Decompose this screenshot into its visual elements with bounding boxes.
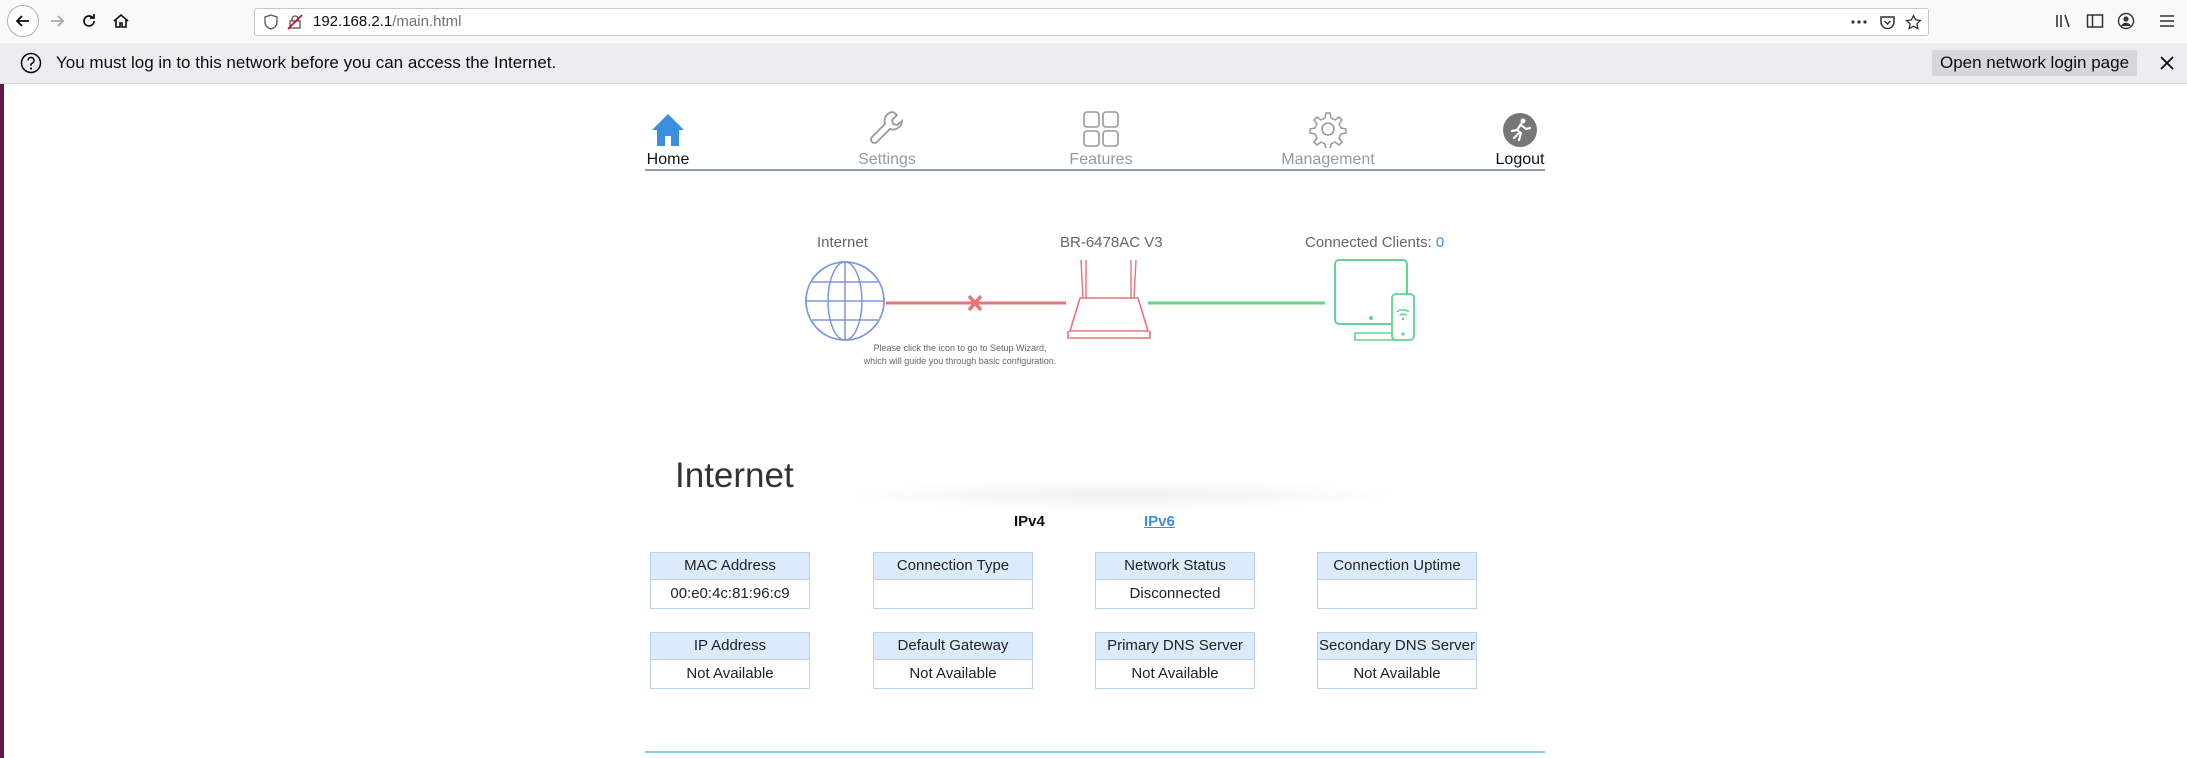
info-cell-label: Primary DNS Server bbox=[1096, 633, 1254, 660]
info-cell-value: Not Available bbox=[1096, 660, 1254, 688]
library-icon bbox=[2056, 14, 2070, 28]
url-host: 192.168.2.1 bbox=[313, 13, 393, 30]
question-icon bbox=[20, 52, 42, 74]
tab-ipv6[interactable]: IPv6 bbox=[1144, 513, 1175, 530]
info-cell-value: Disconnected bbox=[1096, 580, 1254, 608]
nav-management[interactable]: Management bbox=[1263, 104, 1393, 169]
window-edge bbox=[0, 0, 4, 758]
pocket-icon[interactable] bbox=[1879, 14, 1896, 31]
info-cell-value bbox=[874, 580, 1032, 608]
back-arrow-icon bbox=[15, 15, 29, 27]
forward-button[interactable] bbox=[42, 6, 72, 36]
setup-wizard-note-line1: Please click the icon to go to Setup Wiz… bbox=[873, 343, 1047, 353]
nav-home-label: Home bbox=[646, 151, 690, 168]
menu-button[interactable] bbox=[2152, 6, 2182, 36]
nav-features[interactable]: Features bbox=[1036, 104, 1166, 169]
logout-icon bbox=[1503, 113, 1537, 147]
info-cell-ip-address: IP Address Not Available bbox=[650, 632, 810, 689]
tab-ipv4[interactable]: IPv4 bbox=[1014, 513, 1045, 530]
setup-wizard-note-line2: which will guide you through basic confi… bbox=[863, 356, 1057, 366]
back-button[interactable] bbox=[7, 5, 39, 37]
close-icon[interactable] bbox=[2160, 56, 2174, 70]
sidebar-icon bbox=[2086, 14, 2104, 28]
internet-section-title: Internet bbox=[675, 456, 794, 495]
info-cell-default-gateway: Default Gateway Not Available bbox=[873, 632, 1033, 689]
reload-icon bbox=[83, 14, 95, 27]
nav-divider bbox=[645, 169, 1545, 171]
star-icon[interactable] bbox=[1905, 14, 1922, 31]
info-cell-primary-dns: Primary DNS Server Not Available bbox=[1095, 632, 1255, 689]
info-cell-secondary-dns: Secondary DNS Server Not Available bbox=[1317, 632, 1477, 689]
nav-features-label: Features bbox=[1069, 151, 1133, 168]
browser-toolbar: 192.168.2.1/main.html bbox=[0, 0, 2187, 44]
connection-diagram bbox=[805, 259, 1415, 341]
info-cell-connection-type: Connection Type bbox=[873, 552, 1033, 609]
grid-icon bbox=[1083, 111, 1119, 147]
gear-icon bbox=[1309, 112, 1347, 148]
connected-clients-count: 0 bbox=[1435, 234, 1445, 251]
url-text: 192.168.2.1/main.html bbox=[313, 13, 461, 30]
info-cell-label: Connection Type bbox=[874, 553, 1032, 580]
info-cell-value bbox=[1318, 580, 1476, 608]
info-cell-label: Default Gateway bbox=[874, 633, 1032, 660]
info-cell-value: 00:e0:4c:81:96:c9 bbox=[651, 580, 809, 608]
nav-logout[interactable]: Logout bbox=[1455, 104, 1585, 169]
house-icon bbox=[652, 114, 684, 146]
account-icon bbox=[2117, 12, 2135, 30]
captive-portal-notification: You must log in to this network before y… bbox=[0, 43, 2187, 84]
globe-icon[interactable] bbox=[805, 261, 885, 341]
url-path: /main.html bbox=[392, 13, 462, 30]
info-cell-label: Network Status bbox=[1096, 553, 1254, 580]
info-cell-value: Not Available bbox=[874, 660, 1032, 688]
library-button[interactable] bbox=[2049, 6, 2079, 36]
info-cell-network-status: Network Status Disconnected bbox=[1095, 552, 1255, 609]
nav-logout-label: Logout bbox=[1495, 151, 1545, 168]
insecure-lock-icon[interactable] bbox=[287, 14, 303, 30]
nav-settings-label: Settings bbox=[858, 151, 916, 168]
nav-home[interactable]: Home bbox=[603, 104, 733, 169]
info-cell-label: Connection Uptime bbox=[1318, 553, 1476, 580]
sidebar-button[interactable] bbox=[2080, 6, 2110, 36]
info-cell-label: MAC Address bbox=[651, 553, 809, 580]
home-icon bbox=[113, 13, 129, 28]
nav-settings[interactable]: Settings bbox=[822, 104, 952, 169]
info-cell-mac-address: MAC Address 00:e0:4c:81:96:c9 bbox=[650, 552, 810, 609]
connected-clients: Connected Clients: 0 bbox=[1305, 234, 1444, 251]
info-cell-value: Not Available bbox=[651, 660, 809, 688]
menu-icon bbox=[2160, 15, 2174, 27]
nav-management-label: Management bbox=[1281, 151, 1375, 168]
router-icon[interactable] bbox=[1067, 259, 1151, 339]
reload-button[interactable] bbox=[74, 6, 104, 36]
info-cell-connection-uptime: Connection Uptime bbox=[1317, 552, 1477, 609]
section-divider bbox=[645, 751, 1545, 753]
forward-arrow-icon bbox=[51, 15, 65, 27]
internet-label: Internet bbox=[817, 234, 868, 251]
more-icon[interactable] bbox=[1850, 19, 1868, 25]
router-model-label: BR-6478AC V3 bbox=[1060, 234, 1163, 251]
setup-wizard-note: Please click the icon to go to Setup Wiz… bbox=[855, 342, 1065, 368]
account-button[interactable] bbox=[2111, 6, 2141, 36]
notification-message: You must log in to this network before y… bbox=[56, 53, 557, 72]
wrench-icon bbox=[870, 111, 904, 144]
url-bar[interactable]: 192.168.2.1/main.html bbox=[254, 8, 1929, 36]
connected-clients-label: Connected Clients: bbox=[1305, 234, 1432, 251]
info-cell-label: IP Address bbox=[651, 633, 809, 660]
open-login-page-button[interactable]: Open network login page bbox=[1932, 50, 2138, 76]
shield-icon[interactable] bbox=[263, 14, 279, 30]
title-shadow bbox=[840, 480, 1400, 510]
clients-device-icon[interactable] bbox=[1334, 259, 1415, 341]
home-button[interactable] bbox=[106, 6, 136, 36]
info-cell-label: Secondary DNS Server bbox=[1318, 633, 1476, 660]
info-cell-value: Not Available bbox=[1318, 660, 1476, 688]
